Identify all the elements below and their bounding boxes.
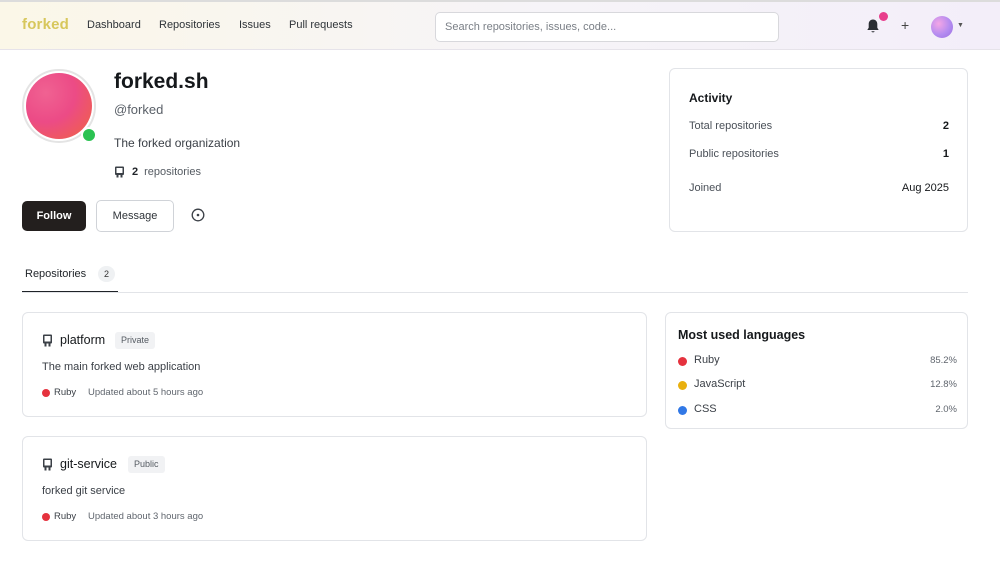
- nav-link-repositories[interactable]: Repositories: [159, 19, 220, 31]
- language-percent: 2.0%: [935, 404, 957, 415]
- language-color-dot: [42, 389, 50, 397]
- languages-card: Most used languages Ruby 85.2% JavaScrip…: [665, 312, 968, 429]
- activity-label-joined: Joined: [689, 182, 722, 194]
- repo-language: Ruby: [54, 387, 77, 398]
- search-box: [435, 12, 779, 42]
- message-button[interactable]: Message: [96, 200, 174, 232]
- repo-count-label: repositories: [144, 166, 201, 178]
- visibility-badge: Public: [128, 456, 165, 473]
- repo-language: Ruby: [54, 511, 77, 522]
- activity-value-joined: Aug 2025: [901, 182, 949, 194]
- top-navigation: forked Dashboard Repositories Issues Pul…: [0, 0, 1000, 50]
- logo[interactable]: forked: [22, 16, 69, 33]
- repo-icon: [43, 334, 52, 347]
- org-description: The forked organization: [114, 136, 241, 150]
- repo-updated-time: Updated about 3 hours ago: [88, 511, 204, 522]
- language-row-ruby: Ruby 85.2%: [678, 354, 957, 368]
- org-handle: @forked: [114, 102, 164, 117]
- user-avatar[interactable]: [931, 16, 953, 38]
- repo-icon: [43, 458, 52, 471]
- language-name: Ruby: [694, 354, 720, 366]
- more-options-icon[interactable]: [191, 208, 205, 222]
- nav-link-pull-requests[interactable]: Pull requests: [289, 19, 353, 31]
- org-repo-count: 2 repositories: [114, 166, 201, 178]
- language-row-javascript: JavaScript 12.8%: [678, 378, 957, 392]
- repo-card-git-service[interactable]: git-service Public forked git service Ru…: [22, 436, 647, 541]
- language-percent: 12.8%: [930, 379, 957, 390]
- notification-dot: [879, 12, 888, 21]
- tab-repositories[interactable]: Repositories 2: [22, 262, 118, 293]
- activity-label-total-repositories: Total repositories: [689, 120, 773, 132]
- repo-description: The main forked web application: [42, 361, 201, 373]
- tab-divider: [22, 292, 968, 293]
- language-color-dot: [42, 513, 50, 521]
- repo-name-link[interactable]: git-service: [60, 457, 117, 471]
- repo-description: forked git service: [42, 485, 126, 497]
- languages-title: Most used languages: [678, 328, 806, 342]
- language-color-dot: [678, 406, 687, 415]
- language-row-css: CSS 2.0%: [678, 403, 957, 417]
- repo-updated-time: Updated about 5 hours ago: [88, 387, 204, 398]
- plus-icon[interactable]: +: [901, 17, 909, 33]
- activity-label-public-repositories: Public repositories: [689, 148, 779, 160]
- activity-value-total-repositories: 2: [942, 120, 949, 132]
- visibility-badge: Private: [115, 332, 156, 349]
- activity-card: Activity Total repositories 2 Public rep…: [669, 68, 968, 232]
- tab-repositories-count: 2: [98, 266, 115, 282]
- activity-value-public-repositories: 1: [942, 148, 949, 160]
- repo-card-platform[interactable]: platform Private The main forked web app…: [22, 312, 647, 417]
- nav-link-dashboard[interactable]: Dashboard: [87, 19, 141, 31]
- repo-count-value: 2: [132, 166, 139, 178]
- online-status-indicator: [81, 127, 97, 143]
- search-input[interactable]: [436, 13, 778, 41]
- repo-icon: [115, 166, 124, 178]
- tab-repositories-label: Repositories: [25, 268, 87, 280]
- language-color-dot: [678, 357, 687, 366]
- language-color-dot: [678, 381, 687, 390]
- activity-title: Activity: [689, 91, 733, 105]
- bell-icon[interactable]: [866, 18, 880, 34]
- org-name: forked.sh: [114, 70, 209, 93]
- repo-name-link[interactable]: platform: [60, 333, 105, 347]
- follow-button[interactable]: Follow: [22, 201, 86, 231]
- language-name: CSS: [694, 403, 717, 415]
- language-percent: 85.2%: [930, 355, 957, 366]
- language-name: JavaScript: [694, 378, 746, 390]
- nav-link-issues[interactable]: Issues: [239, 19, 271, 31]
- chevron-down-icon[interactable]: ▼: [957, 22, 964, 29]
